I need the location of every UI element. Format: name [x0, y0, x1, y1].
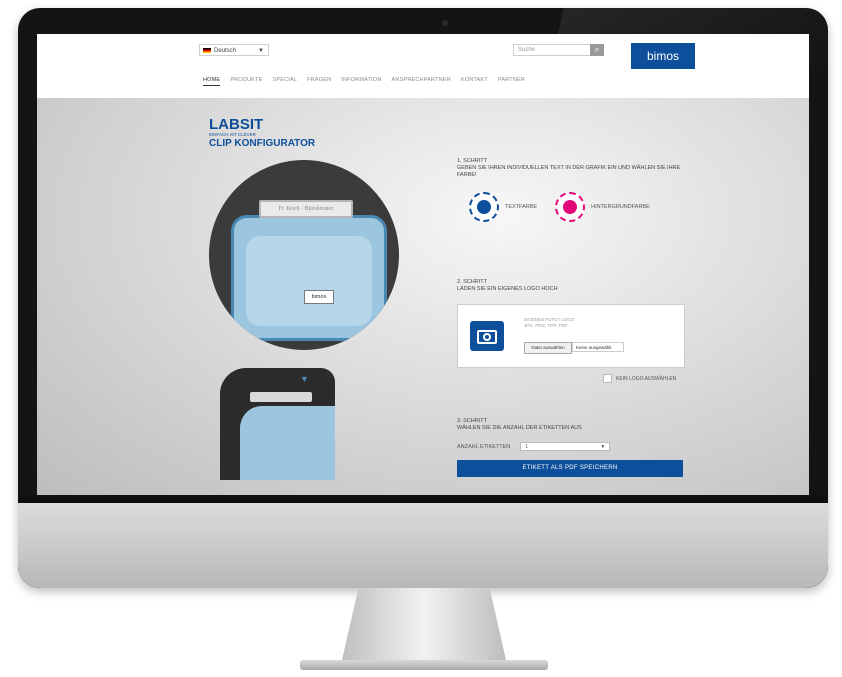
page-title: LABSIT: [209, 116, 264, 133]
clip-tray-inner: [246, 236, 372, 326]
no-logo-label: KEIN LOGO AUSWÄHLEN: [616, 375, 677, 382]
monitor-stand-base: [300, 660, 548, 670]
search-icon: ⌕: [594, 45, 600, 54]
arrow-down-icon: ▼: [300, 374, 309, 384]
brand-logo[interactable]: bimos: [631, 43, 695, 69]
save-pdf-button[interactable]: ETIKETT ALS PDF SPEICHERN: [457, 460, 683, 477]
browser-screen: Deutsch ▼ Suche ⌕ bimos HOME PRODUKTE SP…: [37, 34, 809, 495]
nav-item-partner[interactable]: PARTNER: [498, 77, 525, 86]
german-flag-icon: [203, 48, 211, 53]
clip-tray: [231, 215, 387, 341]
nav-item-special[interactable]: SPECIAL: [272, 77, 297, 86]
label-count-select[interactable]: 1 ▼: [520, 442, 611, 451]
site-header: Deutsch ▼ Suche ⌕ bimos HOME PRODUKTE SP…: [37, 34, 809, 98]
page-subtitle: EINFACH IST CLEVER: [209, 132, 256, 137]
nav-item-ansprechpartner[interactable]: ANSPRECHPARTNER: [392, 77, 451, 86]
nav-item-kontakt[interactable]: KONTAKT: [461, 77, 488, 86]
device-label-rail: [250, 392, 312, 402]
text-color-swatch[interactable]: [469, 192, 499, 222]
clip-device-preview: ▼: [220, 368, 335, 480]
configurator-content: LABSIT EINFACH IST CLEVER CLIP KONFIGURA…: [37, 98, 809, 495]
nav-item-home[interactable]: HOME: [203, 77, 221, 86]
file-status: Keine ausgewählt: [572, 342, 624, 352]
choose-file-button[interactable]: Datei auswählen: [524, 342, 572, 354]
label-count-value: 1: [525, 444, 529, 450]
camera-lens-icon: [483, 333, 491, 341]
background-color-dot: [563, 200, 578, 214]
text-color-dot: [477, 200, 491, 214]
webcam-icon: [442, 20, 448, 26]
monitor-frame: Deutsch ▼ Suche ⌕ bimos HOME PRODUKTE SP…: [18, 8, 828, 588]
color-picker-row: TEXTFARBE HINTERGRUNDFARBE: [469, 192, 668, 222]
monitor-stand: [342, 588, 506, 660]
clip-logo-preview: bimos: [304, 290, 334, 304]
logo-upload-card: EIGENES FOTO / LOGO JPG, PNG, TIFF, PDF …: [457, 304, 685, 368]
step3-heading: 3. SCHRITT: [457, 418, 487, 424]
chevron-down-icon: ▼: [258, 48, 264, 54]
label-count-label: ANZAHL ETIKETTEN: [457, 443, 511, 450]
clip-zoom-view: Fr. Koch · Büroberater bimos: [209, 160, 399, 350]
device-tray: [240, 406, 335, 480]
monitor-chin: [18, 503, 828, 588]
background-color-label: HINTERGRUNDFARBE: [591, 204, 650, 210]
label-count-row: ANZAHL ETIKETTEN 1 ▼: [457, 442, 611, 451]
no-logo-checkbox[interactable]: [603, 374, 612, 383]
chevron-down-icon: ▼: [600, 444, 606, 450]
nav-item-fragen[interactable]: FRAGEN: [307, 77, 331, 86]
nav-item-information[interactable]: INFORMATION: [341, 77, 381, 86]
no-logo-option[interactable]: KEIN LOGO AUSWÄHLEN: [603, 374, 676, 383]
background-color-swatch[interactable]: [555, 192, 586, 222]
language-label: Deutsch: [214, 48, 237, 54]
step2-text: LADEN SIE EIN EIGENES LOGO HOCH: [457, 286, 558, 292]
nav-item-produkte[interactable]: PRODUKTE: [230, 77, 262, 86]
main-nav: HOME PRODUKTE SPECIAL FRAGEN INFORMATION…: [203, 77, 525, 86]
upload-info: EIGENES FOTO / LOGO JPG, PNG, TIFF, PDF: [524, 317, 574, 329]
step3-text: WÄHLEN SIE DIE ANZAHL DER ETIKETTEN AUS: [457, 425, 582, 431]
language-select[interactable]: Deutsch ▼: [199, 44, 269, 56]
camera-upload-button[interactable]: [470, 321, 504, 351]
upload-formats: JPG, PNG, TIFF, PDF: [524, 323, 568, 328]
search-button[interactable]: ⌕: [590, 44, 604, 56]
label-text-field[interactable]: Fr. Koch · Büroberater: [259, 200, 353, 218]
text-color-label: TEXTFARBE: [505, 204, 538, 210]
configurator-title: CLIP KONFIGURATOR: [209, 138, 316, 149]
step1-heading: 1. SCHRITT: [457, 158, 487, 164]
step2-heading: 2. SCHRITT: [457, 279, 487, 285]
step1-text: GEBEN SIE IHREN INDIVIDUELLEN TEXT IN DE…: [457, 165, 681, 178]
